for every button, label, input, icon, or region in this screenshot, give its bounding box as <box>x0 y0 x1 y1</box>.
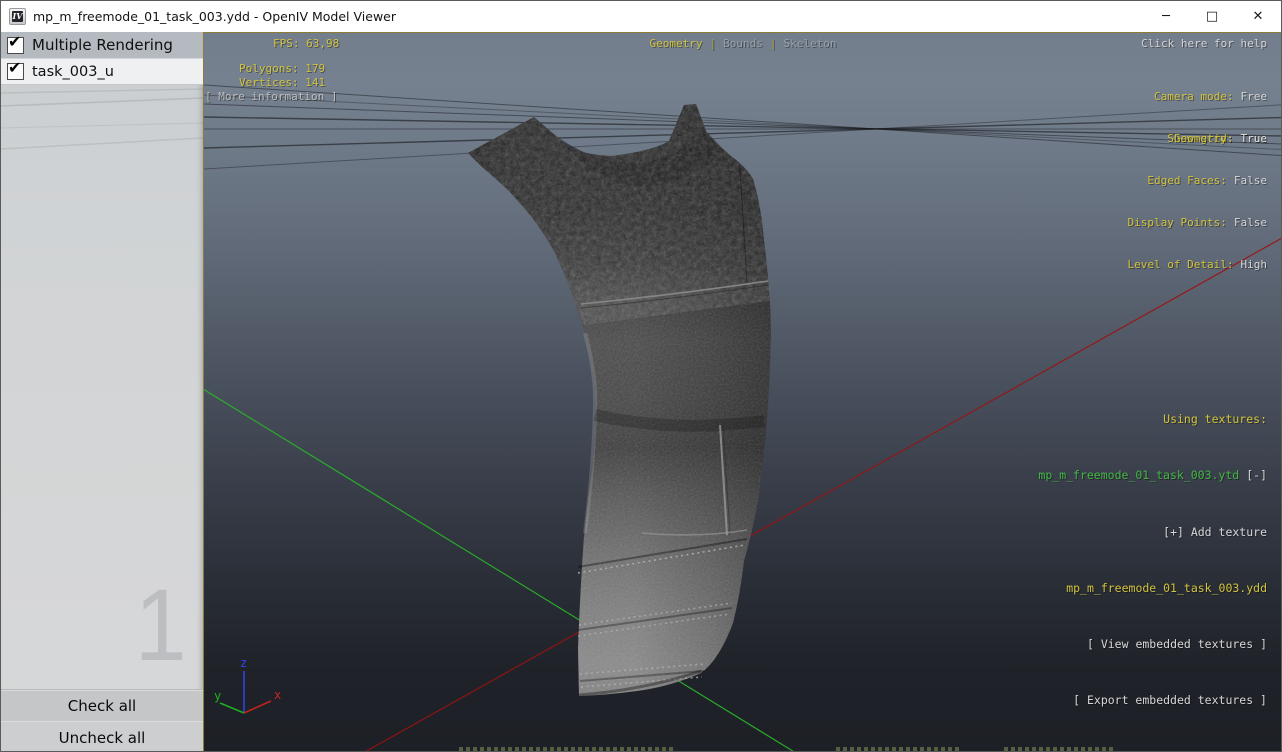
add-texture-button[interactable]: [+] Add texture <box>1038 523 1267 542</box>
gizmo-y-label: y <box>214 689 221 703</box>
minimize-button[interactable]: ─ <box>1143 1 1189 32</box>
render-mode-tabs: Geometry | Bounds | Skeleton <box>650 37 837 51</box>
export-embedded-textures-button[interactable]: [ Export embedded textures ] <box>1038 691 1267 710</box>
clipped-status-text <box>459 747 674 752</box>
camera-mode-toggle[interactable]: Camera mode:Free <box>1154 90 1267 104</box>
display-points-toggle[interactable]: Display Points:False <box>1128 216 1267 230</box>
multiple-rendering-checkbox[interactable]: ✔ <box>7 37 24 54</box>
selected-count-watermark: 1 <box>135 570 187 680</box>
checkmark-icon: ✔ <box>8 58 21 78</box>
vertices-counter: Vertices: 141 <box>239 76 325 90</box>
check-all-button[interactable]: Check all <box>1 689 203 721</box>
model-item-checkbox[interactable]: ✔ <box>7 63 24 80</box>
model-task-003-u <box>468 104 771 696</box>
checkmark-icon: ✔ <box>8 32 21 52</box>
texture-file-name[interactable]: mp_m_freemode_01_task_003.ytd <box>1038 468 1239 482</box>
model-file-name: mp_m_freemode_01_task_003.ydd <box>1038 579 1267 598</box>
model-list-item-task-003-u[interactable]: ✔ task_003_u <box>1 59 203 85</box>
maximize-button[interactable]: □ <box>1189 1 1235 32</box>
grid-horizon-lines <box>204 85 1282 169</box>
openiv-app-icon: IV <box>9 8 26 25</box>
tab-bounds[interactable]: Bounds <box>723 37 763 51</box>
gizmo-x-label: x <box>274 688 281 702</box>
uncheck-all-button[interactable]: Uncheck all <box>1 721 203 752</box>
model-item-label: task_003_u <box>32 64 114 80</box>
render-options: Geometry:True Edged Faces:False Display … <box>1128 104 1267 300</box>
close-button[interactable]: ✕ <box>1235 1 1281 32</box>
main-area: z y x FPS: 63,98 Polygons: 179 Vertices:… <box>1 32 1282 752</box>
clipped-status-text <box>1004 747 1116 752</box>
polygons-counter: Polygons: 179 <box>239 62 325 76</box>
tab-separator: | <box>710 37 717 51</box>
tab-geometry[interactable]: Geometry <box>650 37 703 51</box>
remove-texture-button[interactable]: [-] <box>1239 468 1267 482</box>
3d-viewport[interactable]: z y x FPS: 63,98 Polygons: 179 Vertices:… <box>203 32 1282 752</box>
more-information-link[interactable]: [ More information ] <box>205 90 337 104</box>
geometry-toggle[interactable]: Geometry:True <box>1128 132 1267 146</box>
multiple-rendering-row[interactable]: ✔ Multiple Rendering <box>1 32 203 59</box>
multiple-rendering-label: Multiple Rendering <box>32 36 173 54</box>
help-link[interactable]: Click here for help <box>1141 37 1267 51</box>
gizmo-z-label: z <box>240 656 247 670</box>
clipped-status-text <box>836 747 961 752</box>
level-of-detail-toggle[interactable]: Level of Detail:High <box>1128 258 1267 272</box>
edged-faces-toggle[interactable]: Edged Faces:False <box>1128 174 1267 188</box>
texture-file-row: mp_m_freemode_01_task_003.ytd[-] <box>1038 466 1267 485</box>
titlebar[interactable]: IV mp_m_freemode_01_task_003.ydd - OpenI… <box>1 1 1281 32</box>
textures-panel: Using textures: mp_m_freemode_01_task_00… <box>1038 373 1267 747</box>
window-title: mp_m_freemode_01_task_003.ydd - OpenIV M… <box>33 9 396 24</box>
view-embedded-textures-button[interactable]: [ View embedded textures ] <box>1038 635 1267 654</box>
openiv-model-viewer-window: IV mp_m_freemode_01_task_003.ydd - OpenI… <box>0 0 1282 752</box>
using-textures-header: Using textures: <box>1038 410 1267 429</box>
window-controls: ─ □ ✕ <box>1143 1 1281 32</box>
axis-gizmo: z y x <box>214 656 281 713</box>
openiv-logo-icon: IV <box>12 11 23 22</box>
model-list-sidebar: ✔ Multiple Rendering ✔ task_003_u 1 Chec… <box>1 32 203 752</box>
fps-counter: FPS: 63,98 <box>273 37 339 51</box>
tab-skeleton[interactable]: Skeleton <box>784 37 837 51</box>
tab-separator: | <box>770 37 777 51</box>
